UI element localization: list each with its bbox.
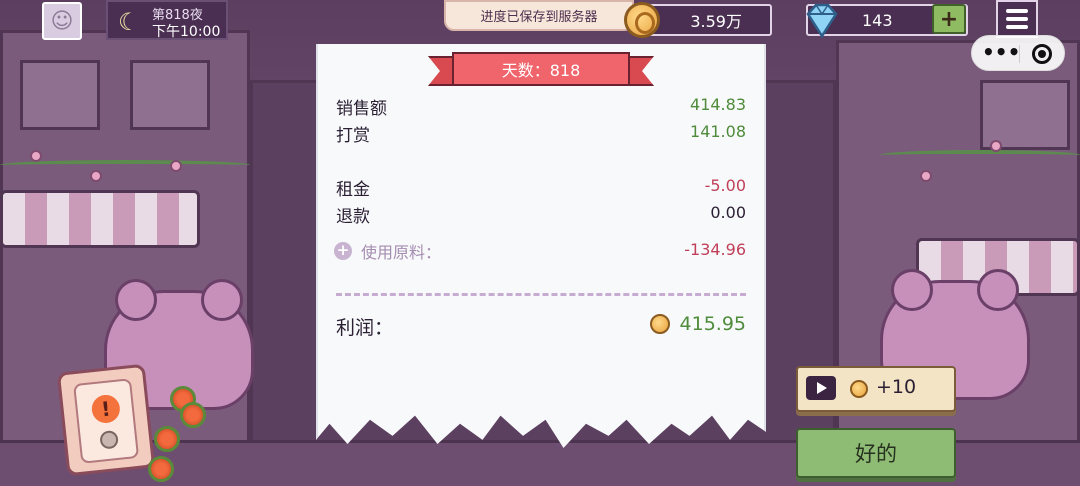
flower — [990, 140, 1002, 152]
more-options-button[interactable]: ••• — [982, 41, 1020, 67]
time-label: 下午10:00 — [152, 24, 221, 40]
hamburger-menu-icon — [1006, 25, 1028, 29]
coin-icon — [624, 2, 660, 38]
tips-label: 打赏 — [336, 126, 370, 146]
night-counter: ☾ 第818夜 下午10:00 — [106, 0, 228, 40]
ingredients-label: 使用原料： — [361, 243, 442, 262]
coin-icon — [850, 380, 868, 398]
rent-value: -5.00 — [704, 176, 746, 195]
coin-icon — [650, 314, 670, 334]
alert-card-button[interactable]: ! — [56, 363, 156, 477]
flower — [170, 160, 182, 172]
profit-label: 利润： — [336, 317, 394, 339]
close-miniprogram-button[interactable] — [1032, 44, 1052, 64]
refund-value: 0.00 — [710, 203, 746, 222]
sales-label: 销售额 — [336, 99, 387, 119]
character-avatar[interactable]: ☺ — [42, 2, 82, 40]
right-vine — [880, 150, 1080, 160]
alert-card-face: ! — [73, 378, 140, 464]
left-window-top — [20, 60, 100, 130]
phone-home-icon — [99, 429, 119, 450]
capsule-divider — [1019, 45, 1020, 63]
video-play-icon — [806, 376, 836, 400]
hamburger-menu-icon — [1006, 9, 1028, 13]
ad-reward-amount: +10 — [876, 376, 917, 398]
exclamation-icon: ! — [90, 393, 122, 425]
character-avatar-icon: ☺ — [50, 8, 74, 34]
diamond-icon — [806, 3, 838, 39]
rent-label: 租金 — [336, 180, 370, 200]
miniprogram-capsule: ••• — [971, 35, 1065, 71]
receipt-divider — [336, 293, 746, 296]
ok-button[interactable]: 好的 — [796, 428, 956, 478]
menu-button[interactable] — [996, 0, 1038, 38]
flower — [90, 170, 102, 182]
tomato-slice-icon — [148, 456, 174, 482]
refund-label: 退款 — [336, 207, 370, 227]
day-ribbon: 天数：818 — [428, 52, 654, 90]
day-banner-label: 天数：818 — [452, 52, 630, 86]
save-toast: 进度已保存到服务器 — [444, 0, 634, 31]
ingredients-value: -134.96 — [684, 240, 746, 259]
left-awning — [0, 190, 200, 248]
tomato-slice-icon — [154, 426, 180, 452]
hamburger-menu-icon — [1006, 17, 1028, 21]
profit-value: 415.95 — [679, 313, 746, 335]
gem-balance-value: 143 — [862, 11, 893, 30]
coin-balance-value: 3.59万 — [690, 12, 742, 31]
moon-icon: ☾ — [118, 8, 140, 36]
buy-gems-button[interactable]: + — [932, 4, 966, 34]
tomato-slice-icon — [180, 402, 206, 428]
flower — [920, 170, 932, 182]
sales-value: 414.83 — [690, 95, 746, 114]
expand-ingredients-button[interactable]: + — [334, 242, 352, 260]
left-window-top-2 — [130, 60, 210, 130]
tips-value: 141.08 — [690, 122, 746, 141]
flower — [30, 150, 42, 162]
